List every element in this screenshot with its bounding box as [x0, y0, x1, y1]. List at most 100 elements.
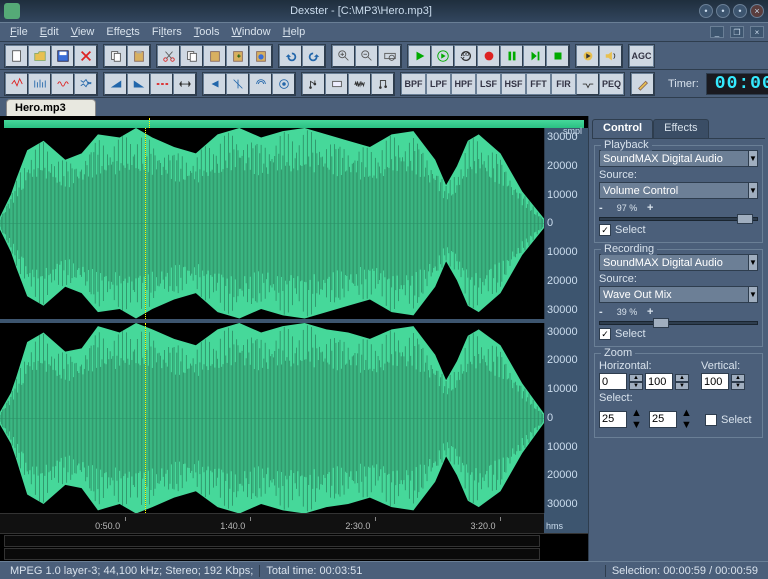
- agc-button[interactable]: AGC: [629, 45, 654, 67]
- titlebar-btn-3[interactable]: •: [733, 4, 747, 18]
- zoom-select-checkbox[interactable]: [705, 414, 717, 426]
- marker-icon[interactable]: [631, 73, 654, 95]
- fx-fade-in-icon[interactable]: [104, 73, 127, 95]
- play-icon[interactable]: [408, 45, 431, 67]
- filter-notch-icon[interactable]: [576, 73, 599, 95]
- redo-icon[interactable]: [302, 45, 325, 67]
- filter-hpf[interactable]: HPF: [451, 73, 476, 95]
- waveform-right[interactable]: [0, 323, 544, 514]
- fx-noise-icon[interactable]: [348, 73, 371, 95]
- spin-down[interactable]: ▼: [629, 382, 643, 390]
- open-icon[interactable]: [28, 45, 51, 67]
- recording-volume-slider[interactable]: [599, 321, 758, 325]
- menu-help[interactable]: Help: [277, 25, 312, 39]
- mdi-minimize[interactable]: _: [710, 26, 724, 38]
- tab-effects[interactable]: Effects: [653, 119, 708, 138]
- loop-icon[interactable]: ∞: [454, 45, 477, 67]
- titlebar-btn-1[interactable]: •: [699, 4, 713, 18]
- recording-device-select[interactable]: [599, 254, 748, 271]
- filter-bpf[interactable]: BPF: [401, 73, 426, 95]
- mdi-close[interactable]: ×: [750, 26, 764, 38]
- channel-left[interactable]: smpl 30000 20000 10000 0 10000 20000 300…: [0, 128, 588, 319]
- nav-track-2[interactable]: [4, 548, 540, 560]
- fx-pitch-icon[interactable]: [302, 73, 325, 95]
- new-icon[interactable]: [5, 45, 28, 67]
- menu-window[interactable]: Window: [225, 25, 276, 39]
- spin-down[interactable]: ▼: [681, 419, 695, 431]
- menu-filters[interactable]: Filters: [146, 25, 188, 39]
- nav-track-1[interactable]: [4, 535, 540, 547]
- waveform-left[interactable]: [0, 128, 544, 319]
- chevron-down-icon[interactable]: ▼: [748, 150, 758, 167]
- paste-new-icon[interactable]: [226, 45, 249, 67]
- cut-icon[interactable]: [157, 45, 180, 67]
- paste2-icon[interactable]: [203, 45, 226, 67]
- filter-fft[interactable]: FFT: [526, 73, 551, 95]
- filter-peq[interactable]: PEQ: [599, 73, 624, 95]
- titlebar-btn-2[interactable]: •: [716, 4, 730, 18]
- recording-source-select[interactable]: [599, 286, 748, 303]
- file-tab[interactable]: Hero.mp3: [6, 99, 96, 116]
- playback-volume-slider[interactable]: [599, 217, 758, 221]
- fx-invert-icon[interactable]: [226, 73, 249, 95]
- zoom-h-end[interactable]: [645, 373, 673, 390]
- filter-lpf[interactable]: LPF: [426, 73, 451, 95]
- filter-fir[interactable]: FIR: [551, 73, 576, 95]
- fx-echo-icon[interactable]: [249, 73, 272, 95]
- next-icon[interactable]: [523, 45, 546, 67]
- waveform-overview[interactable]: [4, 120, 584, 128]
- paste-icon[interactable]: [127, 45, 150, 67]
- save-icon[interactable]: [51, 45, 74, 67]
- menu-tools[interactable]: Tools: [188, 25, 226, 39]
- chevron-down-icon[interactable]: ▼: [748, 254, 758, 271]
- spin-up[interactable]: ▲: [681, 407, 695, 419]
- stop-icon[interactable]: [546, 45, 569, 67]
- spin-up[interactable]: ▲: [675, 374, 689, 382]
- zoom-sel-end[interactable]: [649, 411, 677, 428]
- zoom-v-end[interactable]: [701, 373, 729, 390]
- fx-normalize-icon[interactable]: [28, 73, 51, 95]
- chevron-down-icon[interactable]: ▼: [748, 286, 758, 303]
- copy-icon[interactable]: [104, 45, 127, 67]
- speaker-icon[interactable]: [599, 45, 622, 67]
- menu-view[interactable]: View: [65, 25, 101, 39]
- zoom-in-icon[interactable]: [332, 45, 355, 67]
- playback-source-select[interactable]: [599, 182, 748, 199]
- fx-reverse-icon[interactable]: [203, 73, 226, 95]
- fx-fade-out-icon[interactable]: [127, 73, 150, 95]
- spin-up[interactable]: ▲: [631, 407, 645, 419]
- fx-vibrato-icon[interactable]: [51, 73, 74, 95]
- record-icon[interactable]: [477, 45, 500, 67]
- spin-down[interactable]: ▼: [675, 382, 689, 390]
- fx-compress-icon[interactable]: [74, 73, 97, 95]
- undo-icon[interactable]: [279, 45, 302, 67]
- filter-lsf[interactable]: LSF: [476, 73, 501, 95]
- playback-select-checkbox[interactable]: ✓: [599, 224, 611, 236]
- delete-icon[interactable]: [74, 45, 97, 67]
- fx-delay-icon[interactable]: [150, 73, 173, 95]
- spin-down[interactable]: ▼: [731, 382, 745, 390]
- menu-file[interactable]: File: [4, 25, 34, 39]
- titlebar-close[interactable]: ×: [750, 4, 764, 18]
- play-sel-icon[interactable]: [431, 45, 454, 67]
- zoom-out-icon[interactable]: [355, 45, 378, 67]
- menu-effects[interactable]: Effects: [100, 25, 145, 39]
- chevron-down-icon[interactable]: ▼: [748, 182, 758, 199]
- recording-select-checkbox[interactable]: ✓: [599, 328, 611, 340]
- fx-amplify-icon[interactable]: [5, 73, 28, 95]
- zoom-sel-icon[interactable]: [378, 45, 401, 67]
- fx-stretch-icon[interactable]: [173, 73, 196, 95]
- channel-right[interactable]: 30000 20000 10000 0 10000 20000 30000: [0, 319, 588, 514]
- fx-insert-silence-icon[interactable]: [325, 73, 348, 95]
- fx-reverb-icon[interactable]: [272, 73, 295, 95]
- spin-up[interactable]: ▲: [629, 374, 643, 382]
- zoom-h-start[interactable]: [599, 373, 627, 390]
- copy2-icon[interactable]: [180, 45, 203, 67]
- zoom-sel-start[interactable]: [599, 411, 627, 428]
- mdi-restore[interactable]: ❐: [730, 26, 744, 38]
- spin-down[interactable]: ▼: [631, 419, 645, 431]
- playback-device-select[interactable]: [599, 150, 748, 167]
- mix-paste-icon[interactable]: [249, 45, 272, 67]
- fx-notes-icon[interactable]: [371, 73, 394, 95]
- menu-edit[interactable]: Edit: [34, 25, 65, 39]
